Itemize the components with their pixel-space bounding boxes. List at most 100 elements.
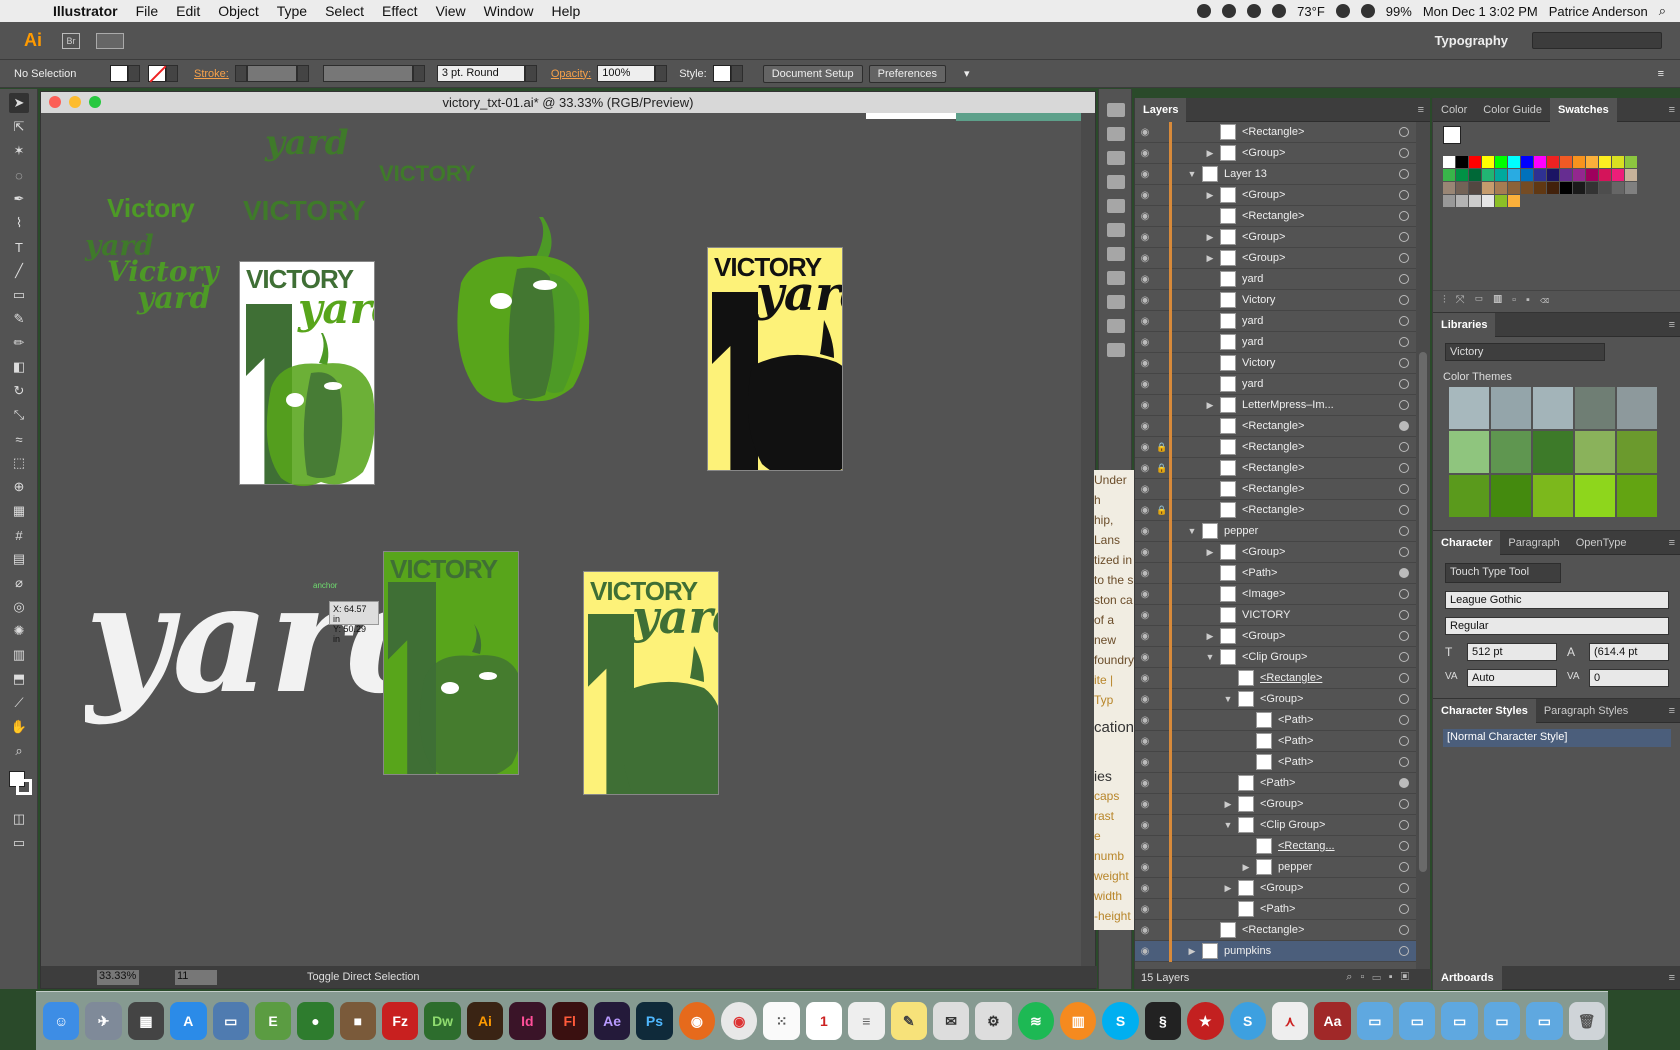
pencil-tool-icon[interactable]: ✏ — [9, 333, 29, 353]
pathfinder-panel-icon[interactable] — [1107, 343, 1125, 357]
artwork-victory-1[interactable]: VICTORY — [379, 161, 476, 187]
tab-paragraph-styles[interactable]: Paragraph Styles — [1536, 705, 1636, 717]
layer-name[interactable]: <Path> — [1278, 735, 1313, 747]
layer-row[interactable]: ◉ Victory — [1135, 289, 1417, 311]
swatch[interactable] — [1586, 169, 1598, 181]
target-circle-icon[interactable] — [1399, 148, 1409, 158]
graph-tool-icon[interactable]: ▥ — [9, 645, 29, 665]
visibility-eye-icon[interactable]: ◉ — [1135, 820, 1155, 831]
artwork-victory-2[interactable]: Victory — [107, 193, 195, 224]
menu-file[interactable]: File — [127, 3, 168, 19]
swatch[interactable] — [1521, 156, 1533, 168]
target-circle-icon[interactable] — [1399, 253, 1409, 263]
artboard-canvas[interactable]: yard VICTORY Victory VICTORY yard Victor… — [41, 113, 1083, 967]
layer-row[interactable]: ◉ ▶ <Group> — [1135, 877, 1417, 899]
visibility-eye-icon[interactable]: ◉ — [1135, 169, 1155, 180]
visibility-eye-icon[interactable]: ◉ — [1135, 358, 1155, 369]
layer-name[interactable]: Layer 13 — [1224, 168, 1267, 180]
expand-arrow-icon[interactable]: ▶ — [1222, 883, 1234, 894]
layer-row[interactable]: ◉ ▼ pepper — [1135, 520, 1417, 542]
visibility-eye-icon[interactable]: ◉ — [1135, 841, 1155, 852]
layer-name[interactable]: <Path> — [1278, 756, 1313, 768]
layer-row[interactable]: ◉ <Rectangle> — [1135, 478, 1417, 500]
visibility-eye-icon[interactable]: ◉ — [1135, 925, 1155, 936]
layer-row[interactable]: ◉ ▶ <Group> — [1135, 625, 1417, 647]
documents-folder-icon[interactable]: ▭ — [1483, 1002, 1521, 1040]
swatch[interactable] — [1456, 169, 1468, 181]
symbol-sprayer-tool-icon[interactable]: ✺ — [9, 621, 29, 641]
font-style-field[interactable]: Regular — [1445, 617, 1669, 635]
target-circle-icon[interactable] — [1399, 190, 1409, 200]
expand-arrow-icon[interactable]: ▶ — [1204, 232, 1216, 243]
color-theme-swatch[interactable] — [1617, 387, 1657, 429]
swatch[interactable] — [1469, 182, 1481, 194]
artwork-card-yellow-green[interactable]: VICTORY yard — [583, 571, 719, 795]
layer-row[interactable]: ◉ <Rectangle> — [1135, 122, 1417, 143]
visibility-eye-icon[interactable]: ◉ — [1135, 883, 1155, 894]
swatch[interactable] — [1456, 195, 1468, 207]
transform-panel-icon[interactable] — [1107, 295, 1125, 309]
screen-mode-icon[interactable]: ▭ — [9, 833, 29, 853]
firefox-icon[interactable]: ◉ — [678, 1002, 715, 1040]
zoom-level-field[interactable]: 33.33% — [97, 969, 139, 985]
battery-status[interactable]: 99% — [1386, 4, 1412, 19]
layer-name[interactable]: pepper — [1278, 861, 1312, 873]
visibility-eye-icon[interactable]: ◉ — [1135, 799, 1155, 810]
fill-dropdown[interactable] — [128, 65, 140, 82]
layer-row[interactable]: ◉ ▼ <Clip Group> — [1135, 646, 1417, 668]
layer-row[interactable]: ◉ ▼ Layer 13 — [1135, 163, 1417, 185]
opacity-label[interactable]: Opacity: — [545, 68, 597, 80]
swatch[interactable] — [1508, 182, 1520, 194]
layer-name[interactable]: pumpkins — [1224, 945, 1271, 957]
layer-row[interactable]: ◉ ▶ <Group> — [1135, 226, 1417, 248]
color-theme-swatch[interactable] — [1491, 387, 1531, 429]
swatch[interactable] — [1469, 169, 1481, 181]
tab-paragraph[interactable]: Paragraph — [1500, 537, 1567, 549]
graphic-style-swatch[interactable] — [712, 65, 731, 82]
target-circle-icon[interactable] — [1399, 484, 1409, 494]
layer-row[interactable]: ◉ yard — [1135, 310, 1417, 332]
color-theme-swatch[interactable] — [1449, 475, 1489, 517]
artwork-card-yellow-black[interactable]: VICTORY yard — [707, 247, 843, 471]
visibility-eye-icon[interactable]: ◉ — [1135, 526, 1155, 537]
layer-name[interactable]: <Rectangle> — [1242, 924, 1304, 936]
swatch[interactable] — [1495, 169, 1507, 181]
color-theme-swatch[interactable] — [1575, 431, 1615, 473]
layer-row[interactable]: ◉ <Path> — [1135, 751, 1417, 773]
search-help-input[interactable] — [1532, 32, 1662, 49]
layer-row[interactable]: ◉ ▼ <Group> — [1135, 688, 1417, 710]
align-objects-panel-icon[interactable] — [1107, 319, 1125, 333]
swatch[interactable] — [1599, 182, 1611, 194]
artboard-tool-icon[interactable]: ⬒ — [9, 669, 29, 689]
selection-tool-icon[interactable]: ➤ — [9, 93, 29, 113]
layer-name[interactable]: <Rectangle> — [1242, 483, 1304, 495]
menu-effect[interactable]: Effect — [373, 3, 427, 19]
dropbox-folder-icon[interactable]: ▭ — [1399, 1002, 1436, 1040]
graphic-styles-panel-icon[interactable] — [1107, 223, 1125, 237]
filezilla-icon[interactable]: Fz — [382, 1002, 419, 1040]
visibility-eye-icon[interactable]: ◉ — [1135, 778, 1155, 789]
layer-name[interactable]: <Rectangle> — [1242, 504, 1304, 516]
line-tool-icon[interactable]: ╱ — [9, 261, 29, 281]
color-theme-swatch[interactable] — [1617, 475, 1657, 517]
menu-object[interactable]: Object — [209, 3, 267, 19]
downloads-folder-icon[interactable]: ▭ — [1526, 1002, 1563, 1040]
scale-tool-icon[interactable]: ⤡ — [9, 405, 29, 425]
swatch[interactable] — [1534, 156, 1546, 168]
visibility-eye-icon[interactable]: ◉ — [1135, 505, 1155, 516]
swatch[interactable] — [1443, 156, 1455, 168]
user-name[interactable]: Patrice Anderson — [1549, 4, 1648, 19]
close-window-icon[interactable] — [49, 96, 61, 108]
font-family-field[interactable]: League Gothic — [1445, 591, 1669, 609]
arrange-documents-button[interactable] — [96, 32, 124, 49]
dictionary-icon[interactable]: Aa — [1314, 1002, 1351, 1040]
preferences-dock-icon[interactable]: ⚙ — [975, 1002, 1012, 1040]
dropbox-icon[interactable] — [1272, 4, 1287, 18]
visibility-eye-icon[interactable]: ◉ — [1135, 442, 1155, 453]
pen-tool-icon[interactable]: ✒ — [9, 189, 29, 209]
swatches-menu-icon[interactable]: ≡ — [1669, 104, 1675, 116]
layer-name[interactable]: <Path> — [1278, 714, 1313, 726]
stroke-dropdown[interactable] — [166, 65, 178, 82]
slice-tool-icon[interactable]: ⟋ — [9, 693, 29, 713]
layer-name[interactable]: yard — [1242, 336, 1263, 348]
